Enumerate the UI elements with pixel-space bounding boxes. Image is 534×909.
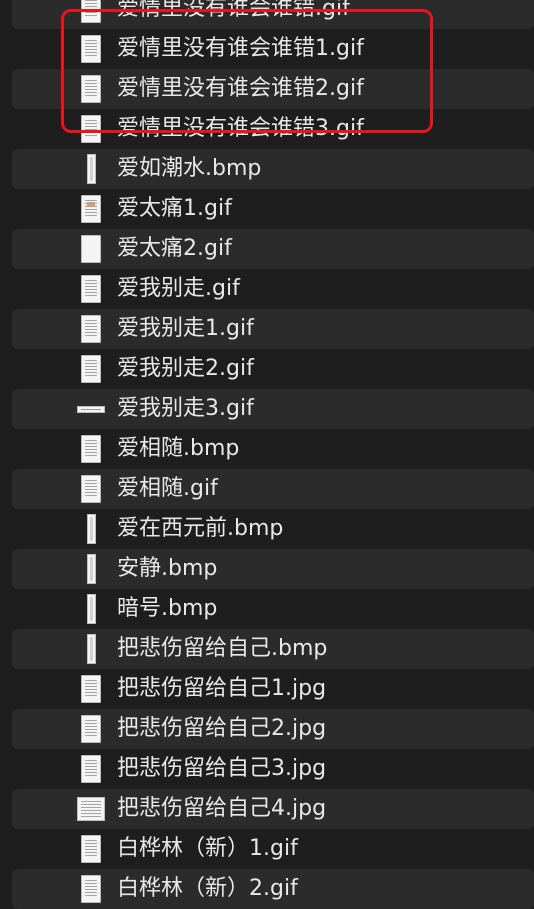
sheet-music-icon: [73, 672, 109, 706]
file-row[interactable]: 爱情里没有谁会谁错1.gif: [0, 29, 534, 69]
file-name: 爱相随.bmp: [117, 436, 240, 461]
file-row[interactable]: 爱情里没有谁会谁错2.gif: [0, 69, 534, 109]
sheet-music-icon: [73, 72, 109, 106]
file-name: 爱我别走.gif: [117, 276, 240, 301]
file-name: 爱如潮水.bmp: [117, 156, 262, 181]
file-name: 把悲伤留给自己4.jpg: [117, 796, 327, 821]
file-row[interactable]: 暗号.bmp: [0, 589, 534, 629]
file-row[interactable]: 把悲伤留给自己.bmp: [0, 629, 534, 669]
file-row[interactable]: 安静.bmp: [0, 549, 534, 589]
file-row[interactable]: 爱我别走1.gif: [0, 309, 534, 349]
file-name: 白桦林（新）2.gif: [117, 876, 298, 901]
wide-strip-icon: [73, 392, 109, 426]
sheet-music-icon: [73, 312, 109, 346]
file-name: 爱情里没有谁会谁错.gif: [117, 0, 350, 21]
sheet-music-icon: [73, 0, 109, 26]
narrow-image-icon: [73, 152, 109, 186]
narrow-image-icon: [73, 632, 109, 666]
file-name: 爱在西元前.bmp: [117, 516, 284, 541]
file-name: 爱情里没有谁会谁错1.gif: [117, 36, 364, 61]
file-name: 安静.bmp: [117, 556, 218, 581]
file-row[interactable]: 把悲伤留给自己4.jpg: [0, 789, 534, 829]
file-name: 爱我别走2.gif: [117, 356, 254, 381]
sheet-music-icon: [73, 352, 109, 386]
sheet-music-icon: [73, 32, 109, 66]
sheet-music-icon: [73, 832, 109, 866]
file-row[interactable]: 爱情里没有谁会谁错.gif: [0, 0, 534, 29]
file-list: 爱情里没有谁会谁错.gif 爱情里没有谁会谁错1.gif 爱情里没有谁会谁错2.…: [0, 0, 534, 909]
file-row[interactable]: 爱太痛2.gif: [0, 229, 534, 269]
file-name: 爱情里没有谁会谁错3.gif: [117, 116, 364, 141]
sheet-music-icon: [73, 472, 109, 506]
file-row[interactable]: 爱在西元前.bmp: [0, 509, 534, 549]
file-name: 暗号.bmp: [117, 596, 218, 621]
file-row[interactable]: 把悲伤留给自己3.jpg: [0, 749, 534, 789]
file-row[interactable]: 把悲伤留给自己1.jpg: [0, 669, 534, 709]
sheet-music-icon: [73, 712, 109, 746]
file-row[interactable]: 爱太痛1.gif: [0, 189, 534, 229]
file-row[interactable]: 爱如潮水.bmp: [0, 149, 534, 189]
file-name: 把悲伤留给自己2.jpg: [117, 716, 327, 741]
file-row[interactable]: 爱情里没有谁会谁错3.gif: [0, 109, 534, 149]
file-name: 把悲伤留给自己1.jpg: [117, 676, 327, 701]
blank-page-icon: [73, 232, 109, 266]
file-row[interactable]: 白桦林（新）1.gif: [0, 829, 534, 869]
file-row[interactable]: 爱相随.bmp: [0, 429, 534, 469]
file-name: 爱太痛2.gif: [117, 236, 232, 261]
sheet-music-icon: [73, 872, 109, 906]
file-row[interactable]: 爱我别走.gif: [0, 269, 534, 309]
file-row[interactable]: 爱我别走3.gif: [0, 389, 534, 429]
file-name: 把悲伤留给自己3.jpg: [117, 756, 327, 781]
sheet-music-icon: [73, 432, 109, 466]
sheet-music-color-icon: [73, 192, 109, 226]
sheet-music-icon: [73, 272, 109, 306]
sheet-music-icon: [73, 112, 109, 146]
landscape-sheet-icon: [73, 792, 109, 826]
file-name: 爱相随.gif: [117, 476, 218, 501]
file-row[interactable]: 把悲伤留给自己2.jpg: [0, 709, 534, 749]
file-row[interactable]: 白桦林（新）2.gif: [0, 869, 534, 909]
narrow-image-icon: [73, 512, 109, 546]
file-name: 白桦林（新）1.gif: [117, 836, 298, 861]
file-name: 爱太痛1.gif: [117, 196, 232, 221]
sheet-music-icon: [73, 752, 109, 786]
file-name: 爱我别走1.gif: [117, 316, 254, 341]
file-row[interactable]: 爱相随.gif: [0, 469, 534, 509]
file-name: 爱我别走3.gif: [117, 396, 254, 421]
file-row[interactable]: 爱我别走2.gif: [0, 349, 534, 389]
file-name: 把悲伤留给自己.bmp: [117, 636, 328, 661]
narrow-image-icon: [73, 592, 109, 626]
file-name: 爱情里没有谁会谁错2.gif: [117, 76, 364, 101]
narrow-image-icon: [73, 552, 109, 586]
